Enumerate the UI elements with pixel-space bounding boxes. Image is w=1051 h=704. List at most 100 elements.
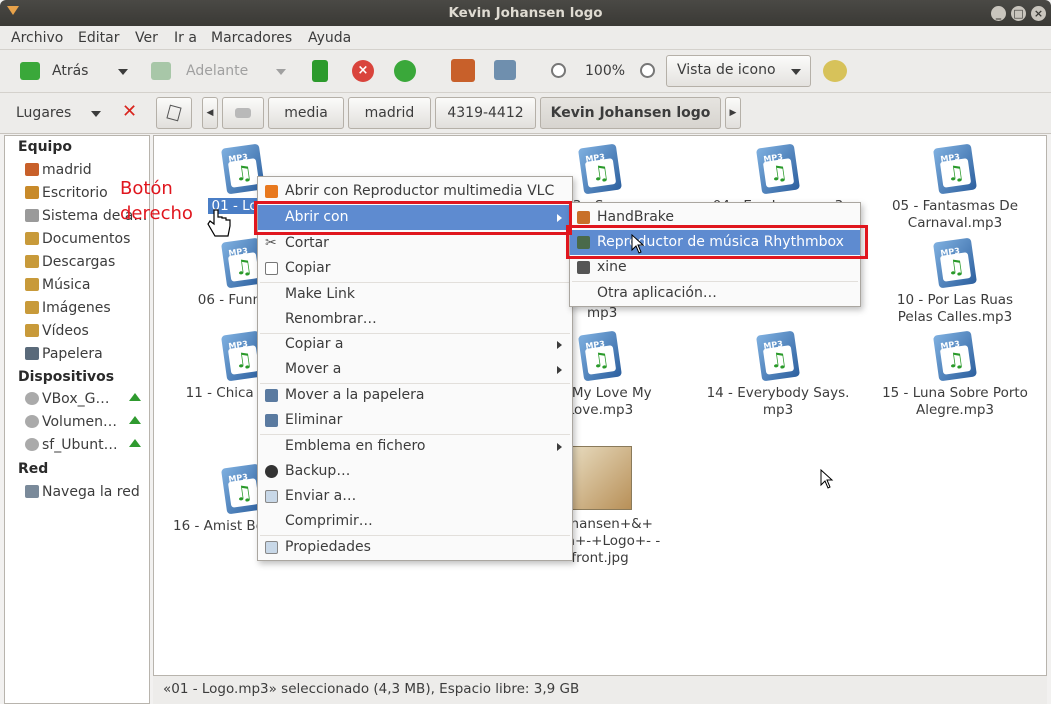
sidebar-item-documentos[interactable]: Documentos — [25, 229, 130, 249]
window-title: Kevin Johansen logo — [448, 5, 603, 21]
menu-item-copy-to[interactable]: Copiar a — [258, 332, 572, 357]
menu-item-move-to[interactable]: Mover a — [258, 357, 572, 382]
forward-dropdown-icon — [276, 69, 286, 75]
home-icon[interactable] — [451, 59, 475, 82]
delete-icon — [265, 414, 278, 427]
menu-item-rename[interactable]: Renombrar… — [258, 307, 572, 332]
menu-item-copy[interactable]: Copiar — [258, 256, 572, 281]
mp3-icon — [755, 330, 801, 382]
drive-icon — [25, 209, 39, 222]
zoom-in-icon[interactable] — [640, 63, 655, 78]
menu-item-delete[interactable]: Eliminar — [258, 408, 572, 433]
menu-item-send-to[interactable]: Enviar a… — [258, 484, 572, 509]
annotation-line2: derecho — [120, 203, 193, 224]
menu-ir-a[interactable]: Ir a — [174, 30, 197, 46]
sidebar-item-escritorio[interactable]: Escritorio — [25, 183, 108, 203]
send-icon — [265, 490, 278, 503]
crumb-madrid[interactable]: madrid — [348, 97, 431, 129]
menu-bar: Archivo Editar Ver Ir a Marcadores Ayuda — [0, 26, 1051, 50]
file-item[interactable]: 14 - Everybody Says. mp3 — [703, 330, 853, 419]
search-icon[interactable] — [823, 60, 847, 82]
desktop-icon — [25, 186, 39, 199]
section-equipo: Equipo — [18, 139, 72, 155]
sidebar-item-madrid[interactable]: madrid — [25, 160, 92, 180]
sidebar-item-imagenes[interactable]: Imágenes — [25, 298, 111, 318]
sidebar-item-videos[interactable]: Vídeos — [25, 321, 89, 341]
menu-item-compress[interactable]: Comprimir… — [258, 509, 572, 534]
eject-icon[interactable] — [129, 416, 141, 424]
pencil-icon — [166, 104, 182, 122]
menu-item-make-link[interactable]: Make Link — [258, 282, 572, 307]
back-arrow-icon[interactable] — [20, 62, 40, 80]
file-item[interactable]: 05 - Fantasmas De Carnaval.mp3 — [880, 143, 1030, 232]
toolbar: Atrás Adelante × 100% Vista de icono — [0, 50, 1051, 93]
close-icon[interactable]: × — [1031, 6, 1046, 21]
menu-ver[interactable]: Ver — [135, 30, 158, 46]
folder-icon — [25, 232, 39, 245]
section-red: Red — [18, 461, 49, 477]
back-button[interactable]: Atrás — [52, 58, 88, 84]
crumb-media[interactable]: media — [268, 97, 344, 129]
mp3-icon — [932, 237, 978, 289]
submenu-arrow-icon — [557, 341, 562, 349]
places-label[interactable]: Lugares — [16, 105, 71, 121]
sidebar-item-musica[interactable]: Música — [25, 275, 90, 295]
folder-icon — [25, 255, 39, 268]
up-arrow-icon[interactable] — [312, 60, 328, 82]
highlight-box-rhythmbox — [566, 225, 868, 259]
crumb-current[interactable]: Kevin Johansen logo — [540, 97, 721, 129]
computer-icon[interactable] — [494, 60, 516, 80]
crumb-right-arrow[interactable]: ▶ — [725, 97, 741, 129]
close-sidebar-icon[interactable]: ✕ — [122, 103, 137, 121]
eject-icon[interactable] — [129, 393, 141, 401]
mp3-icon — [577, 330, 623, 382]
forward-button: Adelante — [186, 63, 249, 79]
sidebar-item-descargas[interactable]: Descargas — [25, 252, 115, 272]
minimize-icon[interactable]: _ — [991, 6, 1006, 21]
sidebar-item-sf-ubuntu[interactable]: sf_Ubunt… — [25, 435, 118, 455]
xine-icon — [577, 261, 590, 274]
edit-location-button[interactable] — [156, 97, 192, 129]
crumb-left-arrow[interactable]: ◀ — [202, 97, 218, 129]
pointer-cursor-icon — [820, 469, 834, 489]
menu-editar[interactable]: Editar — [78, 30, 119, 46]
handbrake-icon — [577, 211, 590, 224]
menu-archivo[interactable]: Archivo — [11, 30, 63, 46]
location-bar: Lugares ✕ ◀ media madrid 4319-4412 Kevin… — [0, 93, 1051, 134]
sidebar-item-volumen[interactable]: Volumen… — [25, 412, 117, 432]
view-mode-select[interactable]: Vista de icono — [666, 55, 811, 87]
stop-icon[interactable]: × — [352, 60, 374, 82]
view-mode-value: Vista de icono — [677, 62, 776, 78]
sidebar-item-vbox[interactable]: VBox_G… — [25, 389, 109, 409]
menu-item-properties[interactable]: Propiedades — [258, 535, 572, 560]
submenu-item-other-app[interactable]: Otra aplicación… — [570, 281, 860, 306]
eject-icon[interactable] — [129, 439, 141, 447]
music-folder-icon — [25, 278, 39, 291]
crumb-4319-4412[interactable]: 4319-4412 — [435, 97, 536, 129]
mp3-icon — [577, 143, 623, 195]
maximize-icon[interactable]: □ — [1011, 6, 1026, 21]
menu-ayuda[interactable]: Ayuda — [308, 30, 351, 46]
menu-item-emblem[interactable]: Emblema en fichero — [258, 434, 572, 459]
file-item[interactable]: 10 - Por Las Ruas Pelas Calles.mp3 — [880, 237, 1030, 326]
trash-icon — [25, 347, 39, 360]
menu-item-backup[interactable]: Backup… — [258, 459, 572, 484]
menu-item-trash[interactable]: Mover a la papelera — [258, 383, 572, 408]
reload-icon[interactable] — [394, 60, 416, 82]
menu-marcadores[interactable]: Marcadores — [211, 30, 292, 46]
places-dropdown-icon[interactable] — [91, 111, 101, 117]
zoom-out-icon[interactable] — [551, 63, 566, 78]
chevron-down-icon — [791, 69, 801, 75]
title-bar: Kevin Johansen logo _ □ × — [0, 0, 1051, 26]
file-item[interactable]: 15 - Luna Sobre Porto Alegre.mp3 — [880, 330, 1030, 419]
drive-icon — [235, 108, 251, 118]
crumb-drive[interactable] — [222, 97, 264, 129]
back-dropdown-icon[interactable] — [118, 69, 128, 75]
sidebar-item-network[interactable]: Navega la red — [25, 482, 140, 502]
mp3-icon — [755, 143, 801, 195]
highlight-box-open-with — [254, 201, 572, 235]
vlc-icon — [265, 185, 278, 198]
disc-icon — [25, 392, 39, 405]
sidebar-item-papelera[interactable]: Papelera — [25, 344, 103, 364]
home-icon — [25, 163, 39, 176]
